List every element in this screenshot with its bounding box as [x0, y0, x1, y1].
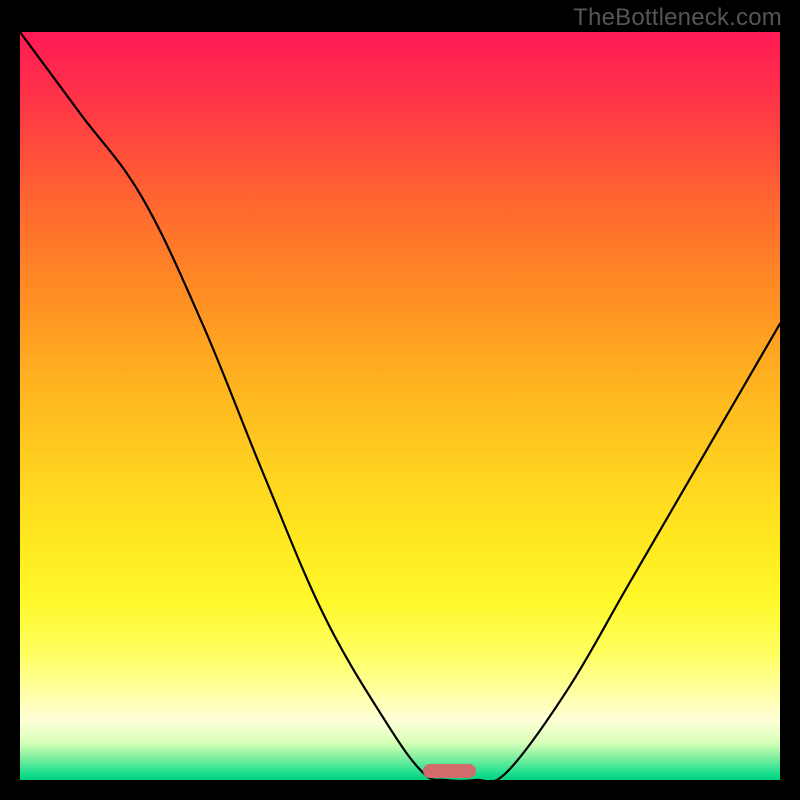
optimal-range-pill: [423, 764, 476, 778]
watermark-text: TheBottleneck.com: [573, 4, 782, 32]
chart-frame: TheBottleneck.com: [0, 0, 800, 800]
plot-area: [20, 32, 780, 780]
bottleneck-curve-path: [20, 32, 780, 780]
curve-layer: [20, 32, 780, 780]
